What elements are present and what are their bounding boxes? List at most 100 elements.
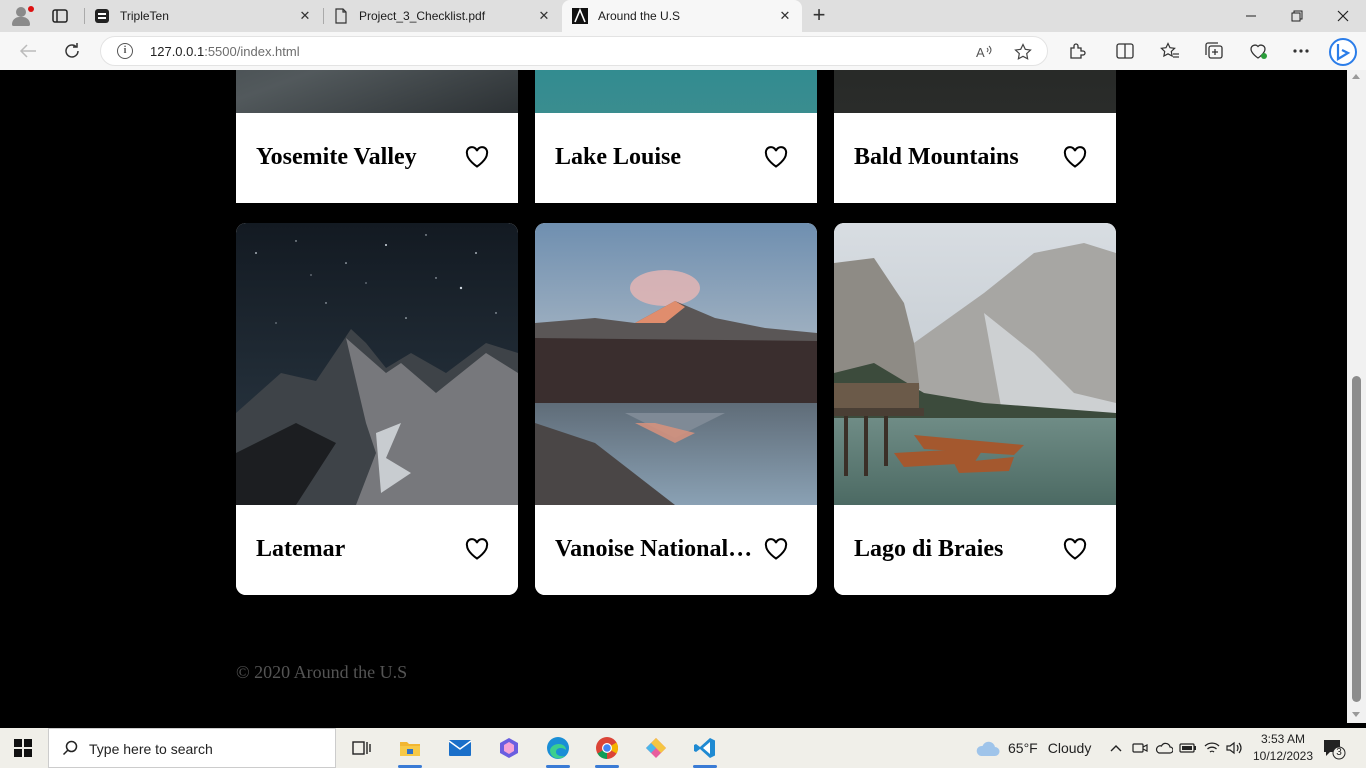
show-hidden-icons-chevron-icon[interactable]	[1107, 734, 1125, 762]
battery-icon[interactable]	[1178, 734, 1198, 762]
card-image[interactable]	[535, 223, 817, 505]
card-body: Vanoise National Park	[535, 505, 817, 595]
minimize-button[interactable]	[1228, 0, 1274, 32]
favorite-star-icon[interactable]	[1013, 42, 1033, 62]
tab-label: Project_3_Checklist.pdf	[359, 9, 486, 23]
card-body: Latemar	[236, 505, 518, 595]
clock-time: 3:53 AM	[1260, 732, 1306, 746]
app-diamond-icon[interactable]	[642, 734, 670, 762]
close-tab-icon[interactable]: ✕	[774, 8, 796, 24]
weather-temp: 65°F	[1008, 740, 1038, 756]
card-title: Vanoise National Park	[555, 536, 755, 562]
card-image[interactable]	[535, 70, 817, 113]
profile-avatar-icon[interactable]	[8, 5, 34, 27]
browser-tab-strip: TripleTen ✕ Project_3_Checklist.pdf ✕ Ar…	[0, 0, 1366, 32]
document-icon	[333, 8, 349, 24]
cloud-icon	[976, 741, 1000, 756]
footer-copyright: © 2020 Around the U.S	[236, 662, 408, 682]
page-scrollbar[interactable]	[1347, 70, 1366, 723]
card-title: Latemar	[256, 536, 346, 562]
volume-icon[interactable]	[1225, 734, 1245, 762]
card-image[interactable]	[236, 223, 518, 505]
close-window-button[interactable]	[1320, 0, 1366, 32]
card-title: Bald Mountains	[854, 144, 1019, 170]
url-path: :5500/index.html	[204, 44, 300, 59]
place-card: Lago di Braies	[834, 223, 1116, 595]
tab-label: TripleTen	[120, 9, 169, 23]
new-tab-button[interactable]: +	[808, 3, 830, 29]
file-explorer-icon[interactable]	[396, 734, 424, 768]
search-icon	[62, 740, 78, 756]
split-screen-icon[interactable]	[1114, 41, 1136, 61]
favorites-icon[interactable]	[1159, 41, 1181, 61]
tab-actions-icon[interactable]	[50, 7, 70, 25]
taskbar-clock[interactable]: 3:53 AM 10/12/2023	[1248, 731, 1318, 765]
task-view-icon[interactable]	[347, 734, 375, 762]
card-body: Yosemite Valley	[236, 113, 518, 203]
like-heart-icon[interactable]	[1063, 146, 1087, 168]
scroll-up-arrow-icon[interactable]	[1352, 74, 1360, 79]
close-tab-icon[interactable]: ✕	[294, 8, 316, 24]
card-image[interactable]	[834, 223, 1116, 505]
wifi-icon[interactable]	[1202, 734, 1222, 762]
card-title: Lago di Braies	[854, 536, 1004, 562]
chrome-icon[interactable]	[593, 734, 621, 768]
copilot-icon[interactable]	[1328, 37, 1358, 67]
weather-widget[interactable]: 65°F Cloudy	[974, 728, 1091, 768]
like-heart-icon[interactable]	[764, 538, 788, 560]
card-body: Lake Louise	[535, 113, 817, 203]
weather-condition: Cloudy	[1047, 740, 1092, 756]
notification-count: 3	[1336, 747, 1342, 758]
onedrive-icon[interactable]	[1154, 734, 1174, 762]
notification-center-icon[interactable]: 3	[1322, 738, 1346, 760]
card-title: Lake Louise	[555, 144, 682, 170]
tab-around-the-us[interactable]: Around the U.S ✕	[562, 0, 802, 32]
like-heart-icon[interactable]	[465, 538, 489, 560]
scrollbar-thumb[interactable]	[1352, 376, 1361, 702]
vscode-icon[interactable]	[691, 734, 719, 768]
tab-checklist-pdf[interactable]: Project_3_Checklist.pdf ✕	[323, 0, 561, 32]
tripleten-favicon-icon	[94, 8, 110, 24]
card-image[interactable]	[236, 70, 518, 113]
windows-taskbar: Type here to search 65°F Cloudy 3:53 AM …	[0, 728, 1366, 768]
card-image[interactable]	[834, 70, 1116, 113]
edge-browser-icon[interactable]	[544, 734, 572, 768]
place-card: Vanoise National Park	[535, 223, 817, 595]
svg-text:A: A	[976, 45, 985, 60]
address-toolbar: i 127.0.0.1:5500/index.html A	[0, 32, 1366, 70]
close-tab-icon[interactable]: ✕	[533, 8, 555, 24]
tab-tripleten[interactable]: TripleTen ✕	[84, 0, 322, 32]
clock-date: 10/12/2023	[1252, 749, 1314, 763]
copilot-taskbar-icon[interactable]	[495, 734, 523, 762]
around-us-favicon-icon	[572, 8, 588, 24]
address-bar[interactable]: i 127.0.0.1:5500/index.html A	[100, 36, 1048, 66]
search-placeholder: Type here to search	[89, 741, 213, 757]
like-heart-icon[interactable]	[1063, 538, 1087, 560]
taskbar-search-input[interactable]: Type here to search	[48, 728, 336, 768]
scroll-down-arrow-icon[interactable]	[1352, 712, 1360, 717]
url-text[interactable]: 127.0.0.1:5500/index.html	[150, 44, 300, 59]
extensions-icon[interactable]	[1066, 41, 1088, 61]
card-body: Bald Mountains	[834, 113, 1116, 203]
place-card: Bald Mountains	[834, 70, 1116, 203]
place-card: Lake Louise	[535, 70, 817, 203]
windows-start-icon[interactable]	[14, 739, 32, 757]
place-card: Latemar	[236, 223, 518, 595]
read-aloud-icon[interactable]: A	[974, 42, 994, 62]
site-info-icon[interactable]: i	[117, 43, 133, 59]
tab-label: Around the U.S	[598, 9, 681, 23]
restore-button[interactable]	[1274, 0, 1320, 32]
meet-now-icon[interactable]	[1130, 734, 1150, 762]
more-options-icon[interactable]	[1290, 41, 1312, 61]
refresh-button[interactable]	[59, 39, 85, 63]
collections-icon[interactable]	[1203, 41, 1225, 61]
back-button[interactable]	[15, 39, 41, 63]
card-title: Yosemite Valley	[256, 144, 417, 170]
place-card: Yosemite Valley	[236, 70, 518, 203]
page-viewport: Yosemite Valley Lake Louise Bald Mountai…	[4, 70, 1347, 723]
like-heart-icon[interactable]	[465, 146, 489, 168]
card-body: Lago di Braies	[834, 505, 1116, 595]
like-heart-icon[interactable]	[764, 146, 788, 168]
browser-essentials-icon[interactable]	[1247, 41, 1269, 61]
mail-icon[interactable]	[446, 734, 474, 762]
